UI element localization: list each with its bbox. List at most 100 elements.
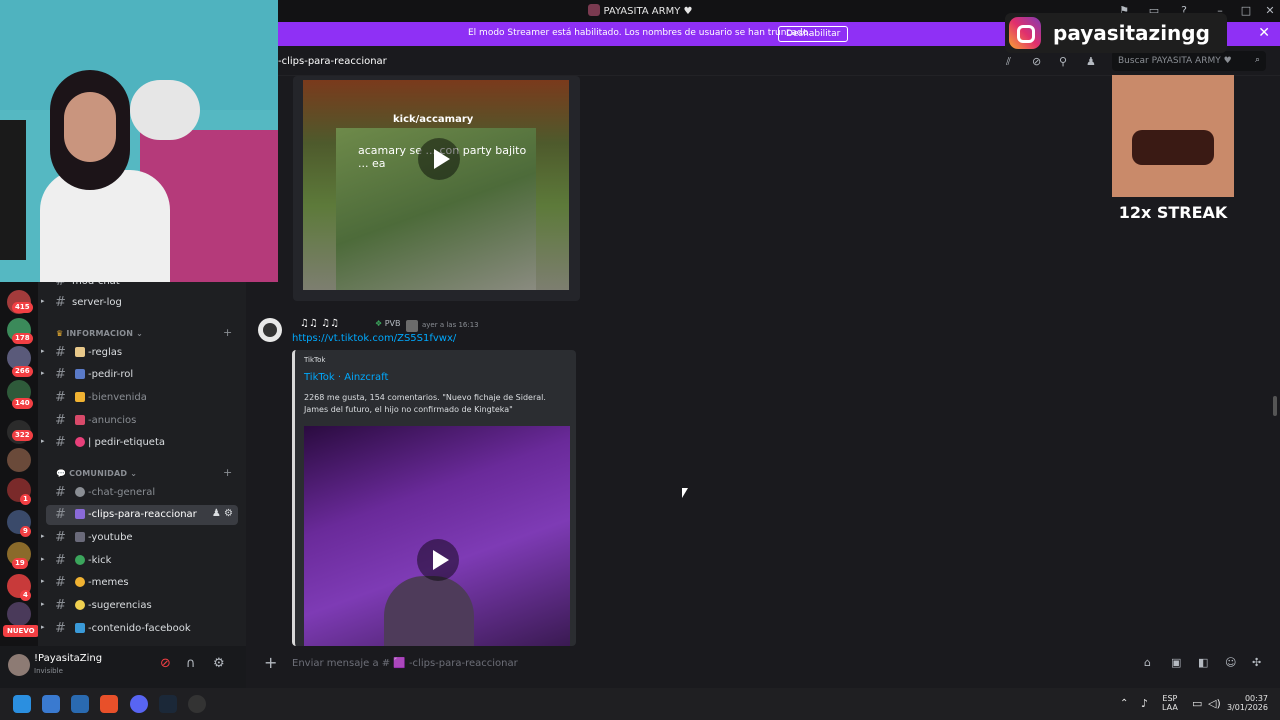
add-channel-icon[interactable]: + (223, 466, 232, 479)
message-author[interactable]: ♫♫ ♫♫ (300, 318, 339, 329)
channel-bienvenida[interactable]: # -bienvenida (38, 388, 246, 408)
channel-youtube[interactable]: ▸ # -youtube (38, 528, 246, 548)
mic-muted-icon[interactable]: ⊘ (160, 656, 171, 671)
chat-scrollbar[interactable] (1273, 396, 1277, 416)
mute-channel-icon[interactable]: ⊘ (1032, 55, 1041, 68)
tray-expand-icon[interactable]: ⌃ (1120, 698, 1128, 709)
steam-icon[interactable] (159, 695, 177, 713)
language-indicator[interactable]: ESP LAA (1162, 694, 1178, 712)
server-icon-11[interactable] (7, 602, 31, 626)
clock-date: 3/01/2026 (1226, 703, 1268, 712)
server-badge: 19 (12, 558, 28, 569)
channel-anuncios[interactable]: # -anuncios (38, 411, 246, 431)
play-button-1[interactable] (418, 138, 460, 180)
gif-icon[interactable]: ▣ (1171, 656, 1181, 669)
channel-label: -pedir-rol (88, 369, 134, 380)
message-link[interactable]: https://vt.tiktok.com/ZS5S1fvwx/ (292, 333, 456, 344)
server-icon (587, 4, 600, 16)
window-title-text: PAYASITA ARMY ♥ (603, 6, 693, 17)
pin-icon[interactable]: ⚲ (1059, 55, 1067, 68)
server-badge: 415 (12, 302, 33, 313)
lightbulb-icon (75, 600, 85, 610)
channel-contenido-facebook[interactable]: ▸ # -contenido-facebook (38, 619, 246, 639)
channel-label: -kick (88, 555, 112, 566)
clock[interactable]: 00:37 3/01/2026 (1226, 694, 1268, 712)
channel-pedir-rol[interactable]: ▸ # -pedir-rol (38, 365, 246, 385)
channel-reglas[interactable]: ▸ # -reglas (38, 343, 246, 363)
server-icon-6[interactable] (7, 448, 31, 472)
hash-icon: # (55, 435, 66, 450)
task-view-icon[interactable] (42, 695, 60, 713)
members-icon[interactable]: ♟ (1086, 55, 1096, 68)
category-comunidad[interactable]: 💬 COMUNIDAD ⌄ (56, 469, 137, 478)
video-thumbnail-2[interactable] (304, 426, 570, 646)
crown-icon: ♛ (56, 329, 64, 338)
user-avatar[interactable] (8, 654, 30, 676)
windows-start-icon[interactable] (13, 695, 31, 713)
user-name[interactable]: !PayasitaZing (34, 653, 102, 664)
threads-icon[interactable]: ⫽ (1006, 55, 1011, 69)
add-channel-icon[interactable]: + (223, 326, 232, 339)
brave-browser-icon[interactable] (100, 695, 118, 713)
embed-description: 2268 me gusta, 154 comentarios. "Nuevo f… (304, 393, 546, 414)
facebook-icon (75, 623, 85, 633)
mic-tray-icon[interactable]: ♪ (1141, 697, 1148, 710)
video-thumbnail-1[interactable]: kick/accamary acamary se ... con party b… (303, 80, 569, 290)
streak-label: 12x STREAK (1118, 203, 1228, 222)
speech-bubble-icon: 💬 (56, 469, 67, 478)
apps-icon[interactable]: ✣ (1252, 656, 1261, 669)
channel-memes[interactable]: ▸ # -memes (38, 573, 246, 593)
channel-label: -clips-para-reaccionar (88, 509, 197, 520)
close-window-icon[interactable]: ✕ (1262, 3, 1278, 19)
channel-kick[interactable]: ▸ # -kick (38, 551, 246, 571)
green-heart-icon (75, 555, 85, 565)
embed-title[interactable]: TikTok · Ainzcraft (304, 372, 388, 383)
person-figure (384, 576, 474, 646)
laughing-face (1132, 130, 1214, 165)
expand-arrow-icon: ▸ (41, 555, 45, 563)
category-informacion[interactable]: ♛ INFORMACION ⌄ (56, 329, 143, 338)
channel-server-log[interactable]: ▸ # server-log (38, 293, 246, 313)
hash-icon: # (55, 295, 66, 310)
category-label: INFORMACION (66, 329, 134, 338)
search-placeholder: Buscar PAYASITA ARMY ♥ (1118, 56, 1232, 66)
channel-actions[interactable]: ♟ ⚙ (212, 508, 233, 519)
server-list: 415 178 266 140 322 1 9 19 4 NUEVO (0, 282, 39, 646)
network-icon[interactable]: ▭ (1192, 697, 1202, 710)
channel-chat-general[interactable]: # -chat-general (38, 483, 246, 503)
channel-clips-para-reaccionar[interactable]: # -clips-para-reaccionar ♟ ⚙ (46, 505, 238, 525)
hash-icon: # (55, 507, 66, 522)
disable-streamer-button[interactable]: Deshabilitar (778, 26, 849, 42)
discord-icon[interactable] (130, 695, 148, 713)
expand-arrow-icon: ▸ (41, 369, 45, 377)
channel-sugerencias[interactable]: ▸ # -sugerencias (38, 596, 246, 616)
channel-pedir-etiqueta[interactable]: ▸ # | pedir-etiqueta (38, 433, 246, 453)
search-input[interactable]: Buscar PAYASITA ARMY ♥ ⌕ (1112, 51, 1266, 71)
message-composer[interactable]: + Enviar mensaje a # 🟪 -clips-para-reacc… (254, 650, 1272, 676)
banner-message: El modo Streamer está habilitado. Los no… (468, 28, 811, 38)
add-attachment-icon[interactable]: + (264, 653, 277, 672)
clock-time: 00:37 (1244, 694, 1268, 703)
webcam-overlay (0, 0, 278, 282)
embed-provider[interactable]: TikTok (304, 356, 325, 364)
hash-icon: # (55, 485, 66, 500)
message-avatar[interactable] (258, 318, 282, 342)
channel-label: -reglas (88, 347, 123, 358)
volume-icon[interactable]: ◁) (1208, 697, 1221, 710)
obs-icon[interactable] (188, 695, 206, 713)
maximize-icon[interactable]: □ (1238, 3, 1254, 19)
gift-icon[interactable]: ⌂ (1144, 656, 1151, 669)
close-banner-icon[interactable]: ✕ (1258, 25, 1270, 41)
composer-placeholder: Enviar mensaje a # 🟪 -clips-para-reaccio… (292, 658, 518, 669)
server-badge: 9 (20, 526, 31, 537)
server-badge: 4 (20, 590, 31, 601)
user-settings-icon[interactable]: ⚙ (213, 656, 225, 671)
headphones-icon[interactable]: ∩ (186, 656, 196, 671)
emoji-icon[interactable]: ☺ (1225, 656, 1236, 669)
sticker-icon[interactable]: ◧ (1198, 656, 1208, 669)
hash-icon: # (55, 345, 66, 360)
taskbar: ⌃ ♪ ESP LAA ▭ ◁) 00:37 3/01/2026 (0, 688, 1280, 720)
channel-mod-chat[interactable]: ▸ # mod-chat (38, 282, 246, 292)
file-explorer-icon[interactable] (71, 695, 89, 713)
play-button-2[interactable] (417, 539, 459, 581)
